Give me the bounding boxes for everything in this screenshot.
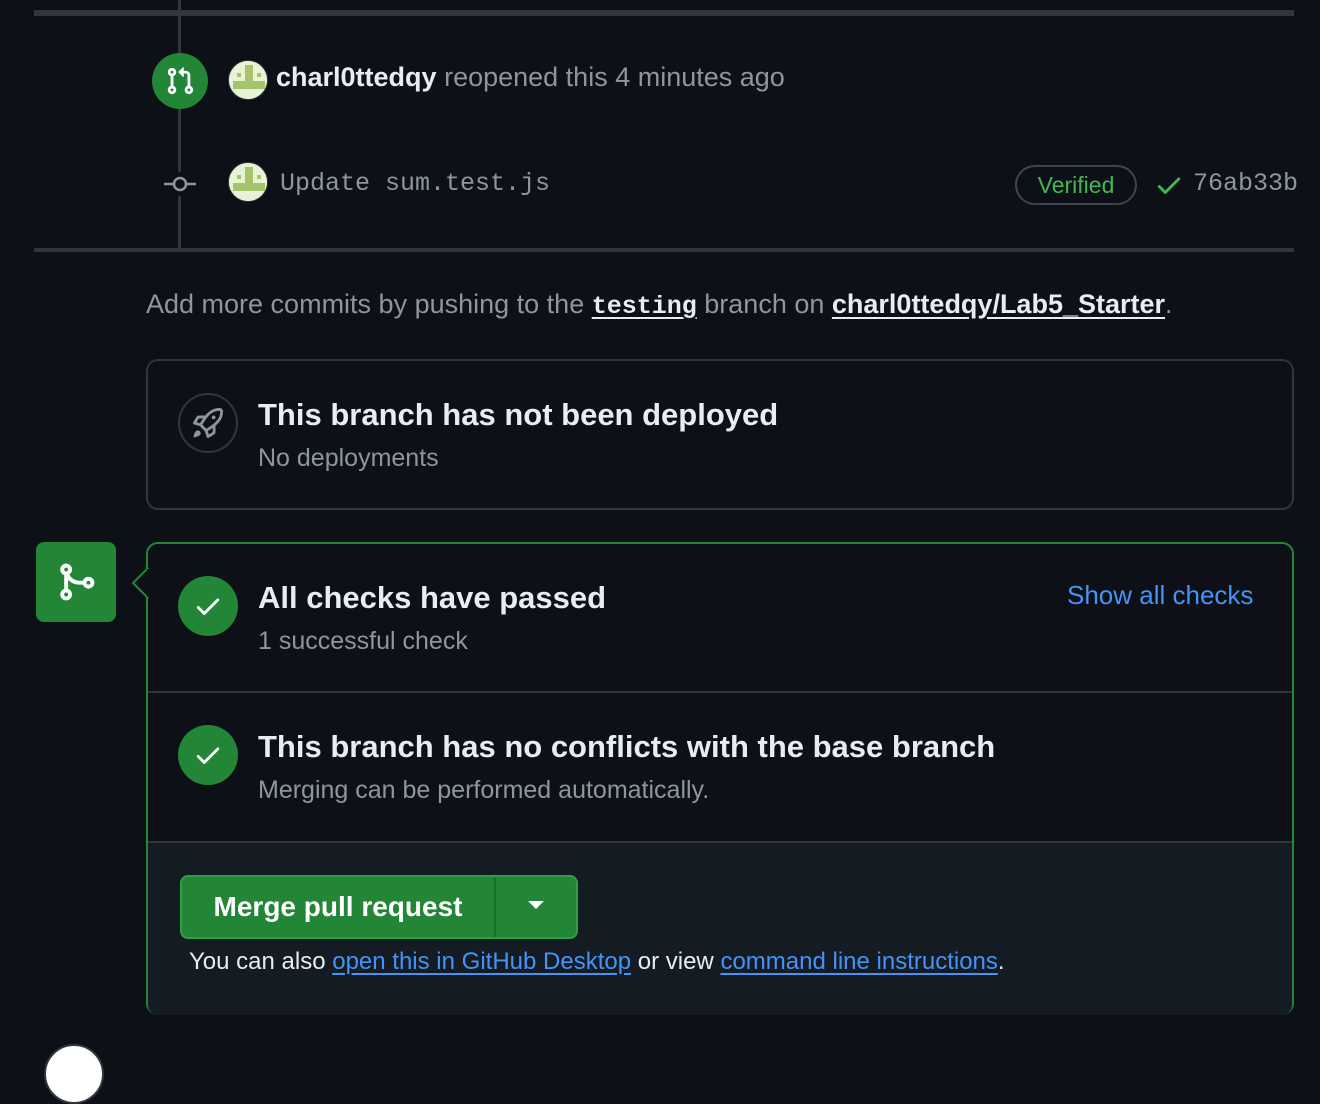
- conflicts-subtitle: Merging can be performed automatically.: [258, 776, 710, 804]
- checks-passed-icon: [178, 576, 238, 636]
- next-avatar[interactable]: [44, 1044, 104, 1104]
- repo-link[interactable]: charl0ttedqy/Lab5_Starter: [832, 289, 1165, 319]
- branch-name[interactable]: testing: [592, 292, 697, 321]
- commit-message[interactable]: Update sum.test.js: [280, 169, 550, 198]
- commit-avatar[interactable]: [228, 162, 268, 202]
- no-conflicts-icon: [178, 725, 238, 785]
- merge-pull-request-button[interactable]: Merge pull request: [182, 877, 496, 937]
- top-divider: [34, 10, 1294, 16]
- commit-sha[interactable]: 76ab33b: [1193, 169, 1298, 198]
- rocket-icon: [178, 393, 238, 453]
- alternatives-suffix: .: [997, 948, 1005, 975]
- verified-badge[interactable]: Verified: [1015, 165, 1137, 205]
- merge-alternatives: You can also open this in GitHub Desktop…: [189, 948, 1005, 976]
- git-merge-icon: [36, 542, 116, 622]
- timeline-line-upper: [178, 0, 181, 248]
- push-hint-suffix: .: [1165, 289, 1173, 319]
- push-hint-middle: branch on: [704, 289, 825, 319]
- merge-box-pointer: [131, 565, 151, 603]
- section-divider: [34, 248, 1294, 252]
- also-prefix: You can also: [189, 948, 326, 975]
- avatar[interactable]: [228, 60, 268, 100]
- deployment-box: [146, 359, 1294, 510]
- checks-subtitle: 1 successful check: [258, 627, 468, 655]
- merge-button-group: Merge pull request: [180, 875, 578, 939]
- merge-options-dropdown[interactable]: [496, 877, 576, 937]
- checks-title: All checks have passed: [258, 580, 607, 615]
- command-line-link[interactable]: command line instructions: [720, 948, 997, 975]
- push-hint-prefix: Add more commits by pushing to the: [146, 289, 585, 319]
- event-user[interactable]: charl0ttedqy: [276, 62, 437, 92]
- git-commit-icon: [164, 172, 196, 196]
- check-icon: [1154, 170, 1184, 205]
- divider: [148, 691, 1292, 693]
- event-line: charl0ttedqy reopened this 4 minutes ago: [276, 62, 785, 93]
- event-action: reopened this 4 minutes ago: [444, 62, 785, 92]
- push-hint: Add more commits by pushing to the testi…: [146, 289, 1173, 321]
- git-pull-request-icon: [152, 53, 208, 109]
- deployment-title: This branch has not been deployed: [258, 397, 779, 432]
- github-desktop-link[interactable]: open this in GitHub Desktop: [332, 948, 631, 975]
- conflicts-title: This branch has no conflicts with the ba…: [258, 729, 996, 764]
- show-all-checks-link[interactable]: Show all checks: [1067, 580, 1253, 611]
- deployment-subtitle: No deployments: [258, 444, 439, 472]
- or-view-text: or view: [637, 948, 714, 975]
- triangle-down-icon: [526, 898, 546, 916]
